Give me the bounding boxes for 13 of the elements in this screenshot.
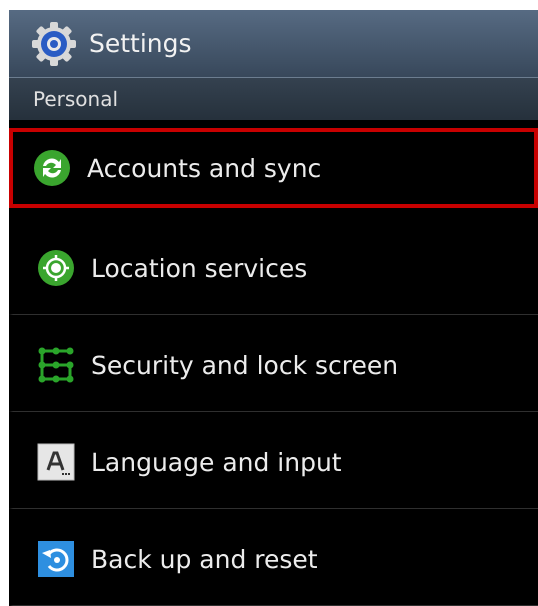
settings-item[interactable]: Back up and reset xyxy=(9,509,538,606)
settings-item[interactable]: Security and lock screen xyxy=(9,315,538,412)
section-title: Personal xyxy=(33,87,118,112)
settings-item[interactable]: Location services xyxy=(9,218,538,315)
gear-icon xyxy=(31,20,77,67)
letter-key-icon xyxy=(37,443,75,481)
settings-item[interactable]: Accounts and sync xyxy=(9,128,538,208)
screen-title: Settings xyxy=(89,29,192,58)
settings-item[interactable]: Language and input xyxy=(9,412,538,509)
sync-icon xyxy=(33,149,71,187)
restore-icon xyxy=(37,540,75,578)
target-icon xyxy=(37,249,75,287)
pattern-lock-icon xyxy=(37,346,75,384)
